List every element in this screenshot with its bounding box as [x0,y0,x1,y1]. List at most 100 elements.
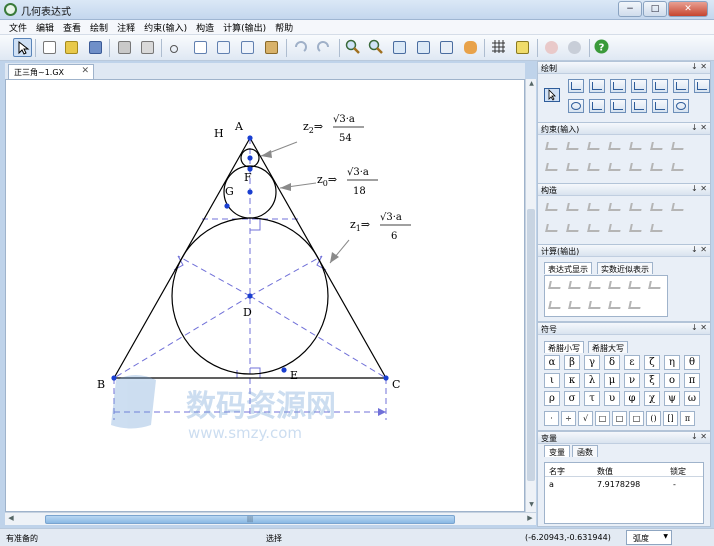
select-arrow-icon[interactable] [13,38,32,57]
open-icon[interactable] [62,38,81,57]
tab-expression-display[interactable]: 表达式显示 [544,262,592,274]
menu-constrain[interactable]: 约束(输入) [140,20,192,34]
symbol-template-button[interactable]: ÷ [561,411,576,426]
variable-locked[interactable]: - [673,480,676,489]
constrain-tool-button[interactable] [586,139,603,154]
calculate-tool-button[interactable] [607,298,624,313]
plugin2-icon[interactable] [565,38,584,57]
menu-construct[interactable]: 构造 [192,20,219,34]
tab-variables[interactable]: 变量 [544,445,570,457]
greek-symbol-button[interactable]: ξ [644,373,660,388]
construct-tool-button[interactable] [565,200,582,215]
document-tab[interactable]: 正三角~1.GX ✕ [8,64,94,79]
greek-symbol-button[interactable]: π [684,373,700,388]
calculate-tool-button[interactable] [607,278,624,293]
symbol-template-button[interactable]: · [544,411,559,426]
copy-drawing-icon[interactable] [214,38,233,57]
symbol-template-button[interactable]: π [680,411,695,426]
draw-curve-button[interactable] [694,79,710,93]
greek-symbol-button[interactable]: ε [624,355,640,370]
menu-view[interactable]: 查看 [59,20,86,34]
menu-calculate[interactable]: 计算(输出) [219,20,271,34]
greek-symbol-button[interactable]: α [544,355,560,370]
greek-symbol-button[interactable]: ι [544,373,560,388]
draw-triangle-button[interactable] [673,79,689,93]
greek-symbol-button[interactable]: μ [604,373,620,388]
copy-icon[interactable] [191,38,210,57]
greek-symbol-button[interactable]: χ [644,391,660,406]
panel-pin-close-icon[interactable]: ↓ ✕ [691,123,707,132]
greek-symbol-button[interactable]: ω [684,391,700,406]
construct-tool-button[interactable] [649,221,666,236]
greek-symbol-button[interactable]: σ [564,391,580,406]
greek-symbol-button[interactable]: δ [604,355,620,370]
symbol-template-button[interactable]: [] [663,411,678,426]
draw-text-button[interactable] [610,99,626,113]
help-icon[interactable]: ? [593,38,612,57]
close-button[interactable]: ✕ [668,1,708,17]
constrain-tool-button[interactable] [649,160,666,175]
calculate-tool-button[interactable] [647,278,664,293]
save-icon[interactable] [86,38,105,57]
variable-name[interactable]: a [549,480,554,489]
constrain-tool-button[interactable] [607,139,624,154]
construct-tool-button[interactable] [607,221,624,236]
copy-as-icon[interactable] [238,38,257,57]
constrain-tool-button[interactable] [544,160,561,175]
constrain-tool-button[interactable] [628,160,645,175]
constrain-tool-button[interactable] [607,160,624,175]
scroll-up-icon[interactable]: ▲ [527,80,536,90]
expression-z0[interactable]: z0⇒ √3·a 18 [317,167,378,197]
construct-tool-button[interactable] [586,200,603,215]
vertical-scroll-thumb[interactable] [527,209,535,481]
draw-function-button[interactable] [631,99,647,113]
redo-icon[interactable] [315,38,334,57]
construct-tool-button[interactable] [565,221,582,236]
menu-edit[interactable]: 编辑 [32,20,59,34]
greek-symbol-button[interactable]: φ [624,391,640,406]
zoom-window-icon[interactable] [414,38,433,57]
angle-unit-select[interactable]: 弧度 ▼ [626,530,672,545]
tab-greek-lower[interactable]: 希腊小写 [544,341,584,353]
scroll-right-icon[interactable]: ▶ [525,514,535,525]
undo-icon[interactable] [292,38,311,57]
calculate-tool-button[interactable] [587,298,604,313]
pan-hand-icon[interactable] [461,38,480,57]
construct-tool-button[interactable] [628,221,645,236]
calculate-tool-button[interactable] [567,278,584,293]
greek-symbol-button[interactable]: η [664,355,680,370]
menu-help[interactable]: 帮助 [271,20,298,34]
draw-point-button[interactable] [568,79,584,93]
constrain-tool-button[interactable] [628,139,645,154]
vertical-scrollbar[interactable]: ▲ ▼ [525,79,536,512]
greek-symbol-button[interactable]: ζ [644,355,660,370]
maximize-button[interactable]: □ [643,1,667,17]
zoom-icon[interactable] [437,38,456,57]
minimize-button[interactable]: − [618,1,642,17]
variable-value[interactable]: 7.9178298 [597,480,640,489]
draw-conic-button[interactable] [652,99,668,113]
symbol-template-button[interactable]: □ [629,411,644,426]
panel-pin-close-icon[interactable]: ↓ ✕ [691,184,707,193]
draw-ray-button[interactable] [610,79,626,93]
greek-symbol-button[interactable]: ν [624,373,640,388]
draw-polygon-button[interactable] [652,79,668,93]
greek-symbol-button[interactable]: ψ [664,391,680,406]
construct-tool-button[interactable] [628,200,645,215]
symbol-template-button[interactable]: □ [612,411,627,426]
draw-select-button[interactable] [544,88,560,102]
calculate-tool-button[interactable] [627,278,644,293]
greek-symbol-button[interactable]: γ [584,355,600,370]
horizontal-scrollbar[interactable]: ◀ ||| ▶ [5,512,536,525]
draw-circle-button[interactable] [568,99,584,113]
draw-segment-button[interactable] [631,79,647,93]
constrain-tool-button[interactable] [649,139,666,154]
draw-line-button[interactable] [589,79,605,93]
menu-file[interactable]: 文件 [5,20,32,34]
greek-symbol-button[interactable]: β [564,355,580,370]
greek-symbol-button[interactable]: θ [684,355,700,370]
calculate-tool-button[interactable] [547,298,564,313]
calculate-tool-button[interactable] [567,298,584,313]
tab-close-icon[interactable]: ✕ [81,66,89,76]
print-preview-icon[interactable] [138,38,157,57]
